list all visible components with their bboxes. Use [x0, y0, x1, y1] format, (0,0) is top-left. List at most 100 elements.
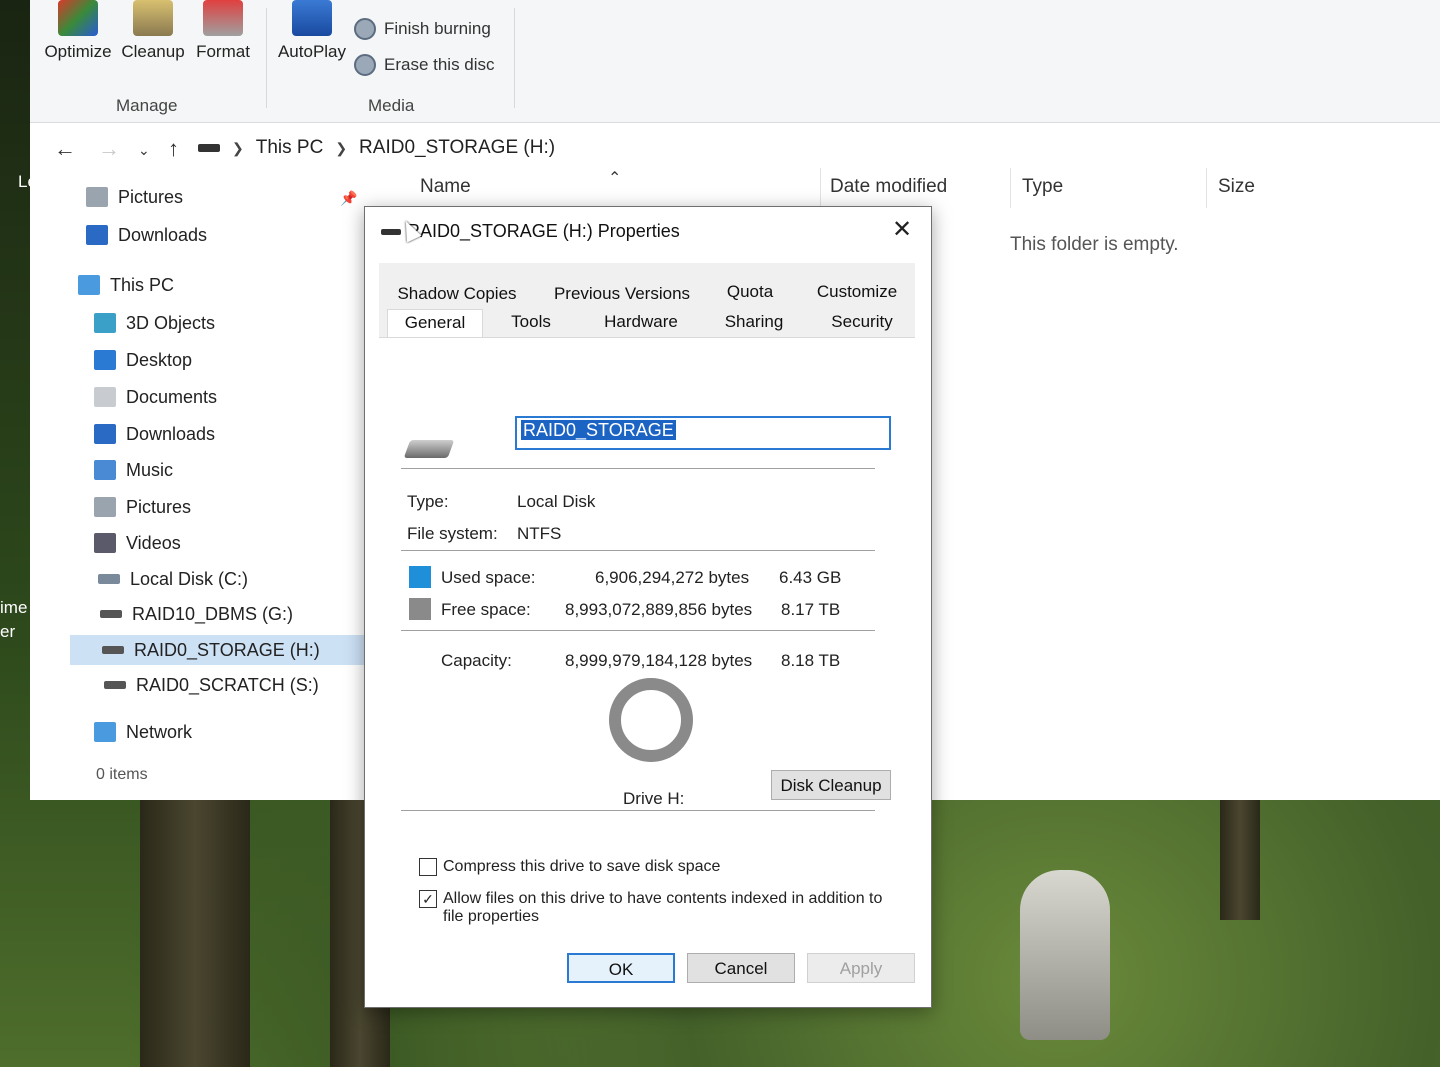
- breadcrumb[interactable]: ❯ This PC ❯ RAID0_STORAGE (H:): [198, 132, 555, 164]
- tab-security[interactable]: Security: [817, 309, 907, 335]
- nav-this-pc[interactable]: This PC: [78, 270, 174, 300]
- nav-label: Videos: [126, 532, 181, 553]
- tab-shadow-copies[interactable]: Shadow Copies: [387, 281, 527, 307]
- erase-disc-button[interactable]: Erase this disc: [354, 54, 495, 76]
- format-label: Format: [196, 42, 250, 61]
- nav-label: RAID0_SCRATCH (S:): [136, 674, 319, 695]
- disk-cleanup-button[interactable]: Disk Cleanup: [771, 770, 891, 800]
- nav-quick-downloads[interactable]: Downloads: [86, 220, 207, 250]
- nav-videos[interactable]: Videos: [94, 528, 181, 558]
- drive-letter-label: Drive H:: [623, 789, 685, 808]
- index-checkbox[interactable]: ✓: [419, 890, 437, 908]
- apply-button[interactable]: Apply: [807, 953, 915, 983]
- autoplay-icon: [292, 0, 332, 36]
- downloads-icon: [94, 424, 116, 444]
- downloads-icon: [86, 225, 108, 245]
- cleanup-button[interactable]: Cleanup: [118, 0, 188, 62]
- column-header-type[interactable]: Type: [1022, 176, 1063, 206]
- nav-label: Downloads: [126, 423, 216, 444]
- nav-raid10-dbms[interactable]: RAID10_DBMS (G:): [100, 599, 293, 629]
- used-space-label: Used space:: [441, 568, 536, 587]
- nav-raid0-scratch[interactable]: RAID0_SCRATCH (S:): [104, 670, 319, 700]
- tab-quota[interactable]: Quota: [715, 279, 785, 305]
- pin-icon[interactable]: 📌: [340, 190, 357, 207]
- nav-local-disk-c[interactable]: Local Disk (C:): [98, 564, 248, 594]
- nav-label: RAID0_STORAGE (H:): [134, 639, 320, 660]
- nav-desktop[interactable]: Desktop: [94, 345, 192, 375]
- index-contents-option[interactable]: ✓ Allow files on this drive to have cont…: [419, 890, 889, 926]
- free-space-human: 8.17 TB: [781, 600, 841, 619]
- drive-large-icon: [403, 440, 455, 458]
- cleanup-icon: [133, 0, 173, 36]
- column-header-name[interactable]: Name: [420, 176, 471, 206]
- recent-chevron-down-icon[interactable]: ⌄: [138, 142, 150, 159]
- nav-pictures[interactable]: Pictures: [94, 492, 191, 522]
- dialog-body: Shadow Copies Previous Versions Quota Cu…: [379, 263, 915, 993]
- address-bar: ← → ⌄ ↑ ❯ This PC ❯ RAID0_STORAGE (H:): [30, 124, 1440, 172]
- compress-drive-option[interactable]: Compress this drive to save disk space: [419, 858, 889, 876]
- nav-3d-objects[interactable]: 3D Objects: [94, 308, 215, 338]
- tree-trunk: [140, 790, 250, 1067]
- ribbon-divider: [266, 8, 267, 108]
- column-divider[interactable]: [1010, 168, 1011, 208]
- crumb-current-drive[interactable]: RAID0_STORAGE (H:): [359, 137, 555, 159]
- free-space-label: Free space:: [441, 600, 531, 619]
- column-divider[interactable]: [1206, 168, 1207, 208]
- divider: [401, 630, 875, 631]
- nav-label: Pictures: [126, 496, 192, 517]
- used-space-human: 6.43 GB: [779, 568, 842, 587]
- drive-icon: [198, 144, 220, 152]
- nav-label: Desktop: [126, 349, 193, 370]
- file-system-value: NTFS: [517, 524, 562, 543]
- nav-documents[interactable]: Documents: [94, 382, 217, 412]
- nav-raid0-storage[interactable]: RAID0_STORAGE (H:): [70, 635, 380, 665]
- autoplay-button[interactable]: AutoPlay: [274, 0, 350, 62]
- empty-folder-message: This folder is empty.: [1010, 234, 1179, 255]
- nav-label: Local Disk (C:): [130, 568, 249, 589]
- finish-burning-button[interactable]: Finish burning: [354, 18, 491, 40]
- nav-network[interactable]: Network: [94, 717, 192, 747]
- music-icon: [94, 460, 116, 480]
- ok-button[interactable]: OK: [567, 953, 675, 983]
- up-arrow-icon[interactable]: ↑: [168, 136, 179, 162]
- nav-label: RAID10_DBMS (G:): [132, 603, 294, 624]
- column-header-date-modified[interactable]: Date modified: [830, 176, 947, 206]
- cleanup-label: Cleanup: [121, 42, 185, 61]
- volume-name-input[interactable]: RAID0_STORAGE: [515, 416, 891, 450]
- optimize-button[interactable]: Optimize: [40, 0, 116, 62]
- tab-sharing[interactable]: Sharing: [717, 309, 791, 335]
- column-divider[interactable]: [820, 168, 821, 208]
- capacity-label: Capacity:: [441, 651, 512, 670]
- nav-music[interactable]: Music: [94, 455, 173, 485]
- drive-icon: [104, 681, 126, 689]
- nav-label: 3D Objects: [126, 312, 216, 333]
- finish-burning-label: Finish burning: [384, 19, 491, 38]
- used-space-swatch: [409, 566, 431, 588]
- column-header-size[interactable]: Size: [1218, 176, 1255, 206]
- crumb-this-pc[interactable]: This PC: [256, 137, 324, 159]
- disk-usage-donut-chart: [609, 678, 693, 762]
- tab-previous-versions[interactable]: Previous Versions: [547, 281, 697, 307]
- tab-tools[interactable]: Tools: [497, 309, 565, 335]
- compress-checkbox[interactable]: [419, 858, 437, 876]
- cancel-button[interactable]: Cancel: [687, 953, 795, 983]
- nav-label: Network: [126, 721, 193, 742]
- free-space-swatch: [409, 598, 431, 620]
- back-arrow-icon[interactable]: ←: [54, 136, 76, 162]
- tab-general[interactable]: General: [387, 309, 483, 339]
- close-icon[interactable]: ✕: [887, 215, 917, 245]
- sort-chevron-up-icon: ⌃: [608, 170, 622, 187]
- format-button[interactable]: Format: [192, 0, 254, 62]
- figure-in-poncho: [1020, 870, 1110, 1040]
- tab-customize[interactable]: Customize: [807, 279, 907, 305]
- volume-name-value: RAID0_STORAGE: [521, 420, 676, 440]
- nav-label: Music: [126, 459, 174, 480]
- pictures-icon: [94, 497, 116, 517]
- forward-arrow-icon[interactable]: →: [98, 136, 120, 162]
- used-space-bytes: 6,906,294,272 bytes: [595, 568, 750, 587]
- nav-quick-pictures[interactable]: Pictures: [86, 182, 183, 212]
- nav-downloads[interactable]: Downloads: [94, 419, 215, 449]
- capacity-human: 8.18 TB: [781, 651, 841, 670]
- tab-hardware[interactable]: Hardware: [591, 309, 691, 335]
- index-label: Allow files on this drive to have conten…: [443, 890, 883, 925]
